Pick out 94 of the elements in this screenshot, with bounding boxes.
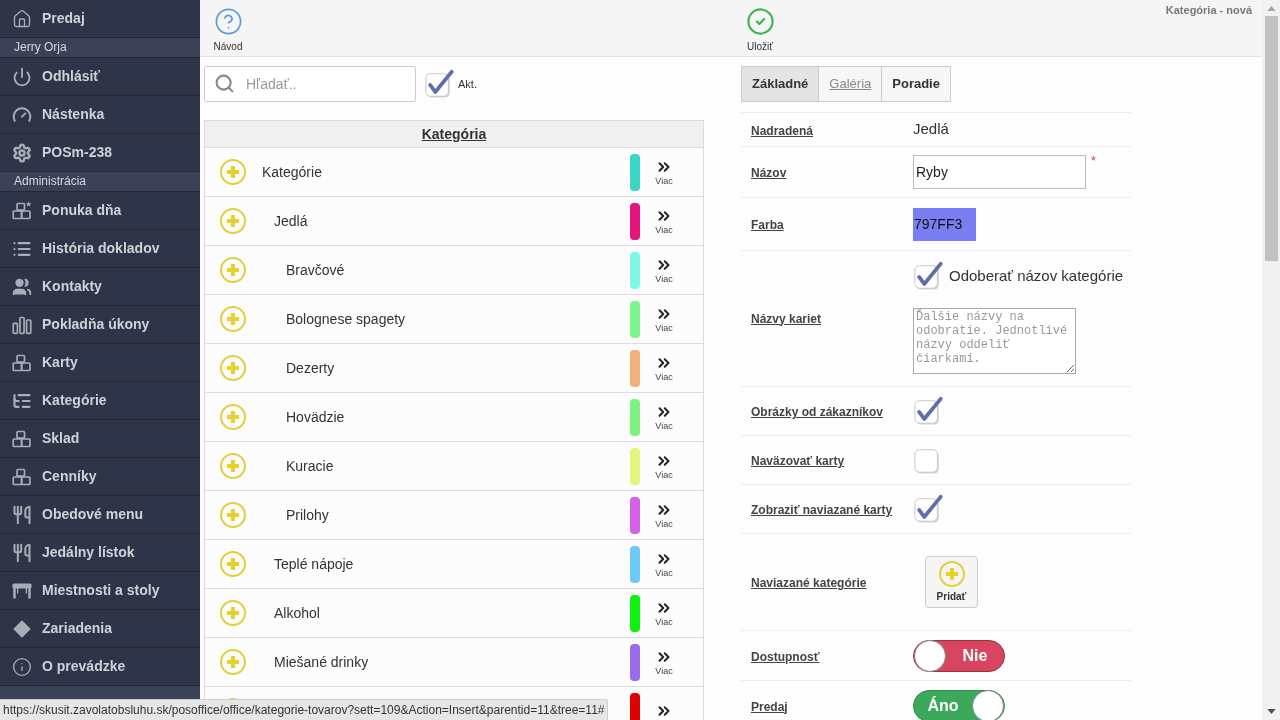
more-button[interactable]: Viac	[651, 256, 677, 284]
sidebar-item[interactable]: Zariadenia	[0, 610, 200, 648]
plus-circle-icon[interactable]	[220, 453, 246, 479]
gauge-icon	[12, 104, 32, 125]
names-textarea[interactable]: Ďalšie názvy na odobratie. Jednotlivé názvy oddeliť čiarkami.	[913, 308, 1076, 374]
sidebar-item[interactable]: Jedálny lístok	[0, 534, 200, 572]
field-label: Názvy kariet	[751, 311, 822, 326]
more-button[interactable]: Viac	[651, 648, 677, 676]
check-circle-icon	[745, 7, 775, 36]
name-input[interactable]: Ryby	[913, 155, 1086, 189]
field-label: Obrázky od zákazníkov	[751, 405, 884, 419]
field-label: Farba	[751, 218, 784, 232]
scroll-up-icon[interactable]	[1266, 6, 1276, 11]
sidebar-section-header: Jerry Orja	[0, 38, 200, 58]
sidebar-item[interactable]: Pokladňa úkony	[0, 306, 200, 344]
diamond-icon	[12, 618, 32, 639]
power-icon	[12, 66, 32, 87]
sidebar-item[interactable]: Obedové menu	[0, 496, 200, 534]
category-name: Prilohy	[286, 505, 329, 525]
category-name: Jedlá	[274, 211, 308, 231]
scrollbar-thumb[interactable]	[1264, 16, 1278, 261]
save-button[interactable]: Uložiť	[743, 7, 777, 54]
plus-circle-icon[interactable]	[220, 600, 246, 626]
field-label: Zobraziť naviazané karty	[751, 503, 893, 517]
plus-circle-icon[interactable]	[220, 649, 246, 675]
more-button[interactable]: Viac	[651, 158, 677, 186]
category-name: Dezerty	[286, 358, 335, 378]
category-name: Bravčové	[286, 260, 345, 280]
plus-circle-icon[interactable]	[220, 551, 246, 577]
more-button[interactable]: Viac	[651, 354, 677, 382]
plus-circle-icon[interactable]	[220, 404, 246, 430]
tab[interactable]: Poradie	[881, 66, 951, 102]
plus-circle-icon[interactable]	[220, 257, 246, 283]
utensils-icon	[12, 504, 32, 525]
settings-icon	[12, 142, 32, 163]
plus-circle-icon[interactable]	[220, 159, 246, 185]
page-title: Kategória - nová	[1165, 3, 1252, 18]
search-icon	[214, 73, 235, 94]
category-name: Hovädzie	[286, 407, 345, 427]
utensils-icon	[12, 542, 32, 563]
tab[interactable]: Základné	[741, 66, 820, 102]
sidebar-section-header: Administrácia	[0, 172, 200, 192]
category-name: Kuracie	[286, 456, 334, 476]
column-header[interactable]: Kategória	[421, 123, 487, 145]
search-field[interactable]: Hľadať..	[204, 66, 416, 102]
field-label: Naviazané kategórie	[751, 576, 867, 590]
sidebar-item[interactable]: Kontakty	[0, 268, 200, 306]
more-button[interactable]: Viac	[651, 403, 677, 431]
blocks-star-icon	[12, 200, 32, 221]
field-label: Naväzovať karty	[751, 454, 845, 468]
house-icon	[12, 8, 32, 29]
add-button[interactable]: Pridať	[925, 556, 978, 608]
field-label: Nadradená	[751, 123, 814, 138]
checkbox[interactable]	[424, 69, 454, 99]
category-name: Teplé nápoje	[274, 554, 354, 574]
checkbox[interactable]	[913, 396, 943, 426]
more-button[interactable]: Viac	[651, 452, 677, 480]
checkbox-label[interactable]: Odoberať názov kategórie	[949, 264, 1124, 288]
scrollbar[interactable]	[1262, 0, 1280, 720]
plus-circle-icon[interactable]	[220, 208, 246, 234]
more-button[interactable]: Viac	[651, 305, 677, 333]
blocks-icon	[12, 466, 32, 487]
color-field[interactable]: 797FF3	[913, 207, 976, 241]
checkbox[interactable]	[913, 494, 943, 524]
people-icon	[12, 276, 32, 297]
plus-circle-icon	[938, 560, 965, 587]
field-label: Názov	[751, 166, 787, 180]
category-name: Alkohol	[274, 603, 320, 623]
more-button[interactable]: Viac	[651, 550, 677, 578]
required-mark: *	[1091, 155, 1096, 167]
blocks-icon	[12, 428, 32, 449]
toggle-switch[interactable]: Nie	[913, 639, 1005, 672]
more-button[interactable]: Viac	[651, 599, 677, 627]
more-button[interactable]: Viac	[651, 501, 677, 529]
blocks-icon	[12, 352, 32, 373]
checkbox[interactable]	[913, 261, 943, 291]
help-icon	[213, 7, 243, 36]
field-value: Jedlá	[913, 119, 949, 140]
plus-circle-icon[interactable]	[220, 502, 246, 528]
checkbox-label[interactable]: Akt.	[458, 75, 477, 93]
sidebar-item[interactable]: Miestnosti a stoly	[0, 572, 200, 610]
plus-circle-icon[interactable]	[220, 306, 246, 332]
field-label: Dostupnosť	[751, 649, 820, 664]
category-name: Kategórie	[262, 162, 322, 182]
scroll-down-icon[interactable]	[1266, 709, 1276, 714]
category-name: Bolognese spagety	[286, 309, 406, 329]
help-button[interactable]: Návod	[211, 7, 245, 54]
field-label: Predaj	[751, 699, 788, 714]
bar-chart-icon	[12, 314, 32, 335]
info-icon	[12, 656, 32, 677]
more-button[interactable]: Viac	[651, 207, 677, 235]
status-url-bar: https://skusit.zavolatobsluhu.sk/posoffice/office/kategorie-tovarov?sett=109&Action=Insert&parentid=11&tree=11#	[0, 699, 609, 720]
category-name: Miešané drinky	[274, 652, 369, 672]
plus-circle-icon[interactable]	[220, 355, 246, 381]
